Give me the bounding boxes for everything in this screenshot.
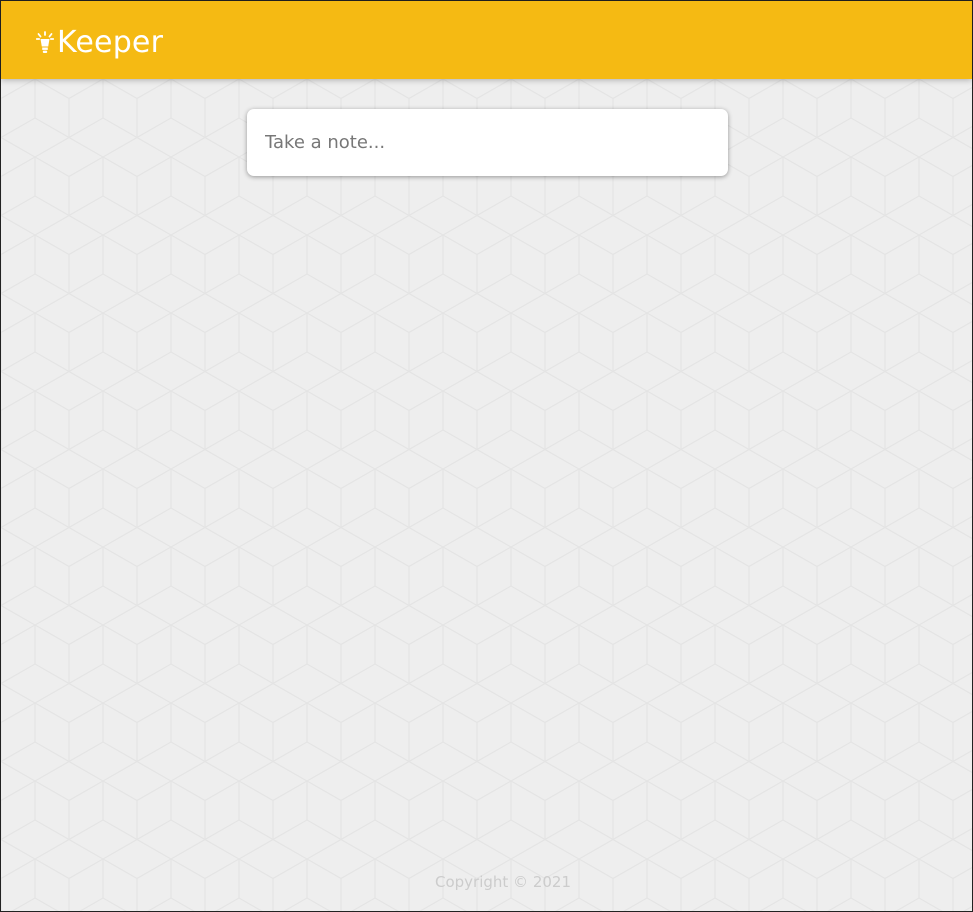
app-title: Keeper (57, 25, 164, 60)
app-footer: Copyright © 2021 (1, 869, 972, 893)
copyright-text: Copyright © 2021 (435, 873, 572, 891)
note-input[interactable] (247, 109, 728, 176)
brand: Keeper (36, 25, 163, 61)
lightbulb-icon (36, 31, 54, 53)
background-hexagon-pattern (1, 79, 972, 911)
create-note-form (247, 109, 728, 176)
app-header: Keeper (1, 1, 972, 79)
